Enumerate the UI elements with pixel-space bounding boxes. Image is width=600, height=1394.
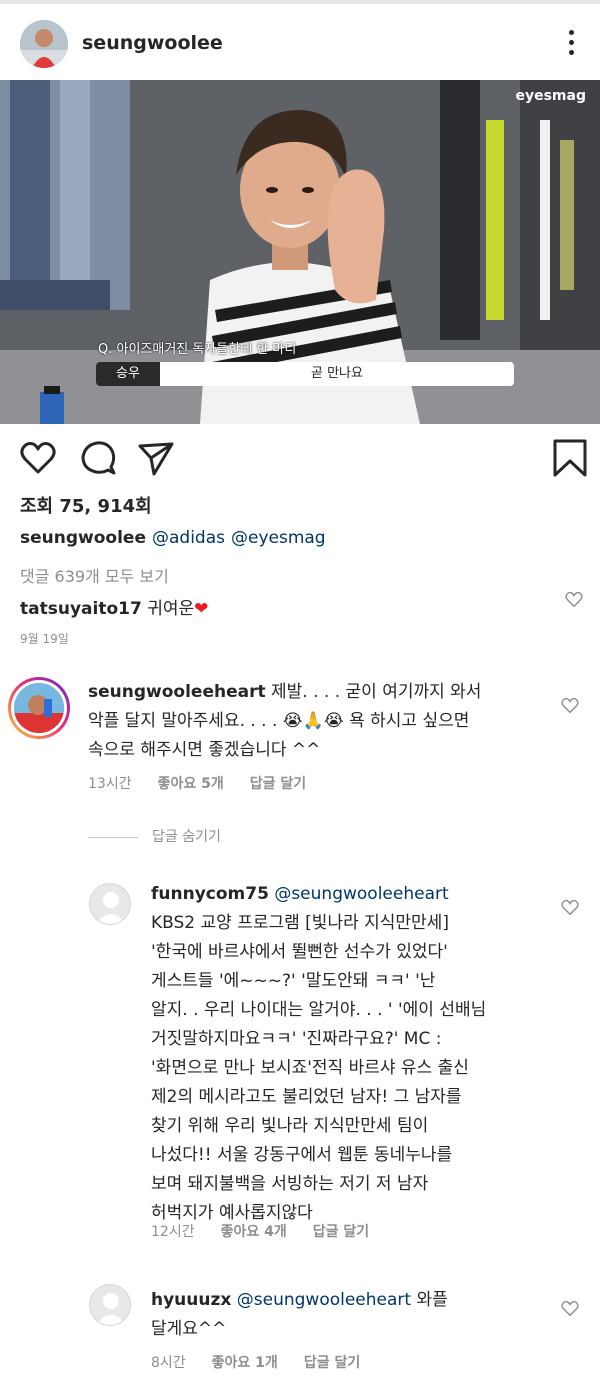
post-username[interactable]: seungwoolee (82, 32, 223, 54)
reply-button[interactable]: 답글 달기 (304, 1355, 360, 1371)
subtitle-bar: 승우 곧 만나요 (96, 362, 514, 386)
reply-line: 나섰다!! 서울 강동구에서 웹툰 동네누나를 (151, 1145, 453, 1165)
small-heart-icon[interactable] (561, 1300, 579, 1318)
reply-likes[interactable]: 좋아요 1개 (212, 1355, 278, 1371)
action-bar (0, 424, 600, 488)
reply-avatar[interactable] (89, 883, 131, 925)
reply-body: hyuuuzx @seungwooleeheart 와플 달게요^^ (151, 1286, 561, 1344)
small-heart-icon[interactable] (561, 899, 579, 917)
post-photo[interactable]: eyesmag Q. 아이즈매거진 독자들한테 한 마디 승우 곧 만나요 (0, 80, 600, 424)
subtitle-name: 승우 (96, 362, 160, 386)
reply-line: 거짓말하지마요ㅋㅋ' '진짜라구요?' MC : (151, 1029, 442, 1049)
view-all-comments-link[interactable]: 댓글 639개 모두 보기 (20, 563, 169, 587)
comment-text-line-2: 악플 달지 말아주세요. . . . 😭🙏😭 욕 하시고 싶으면 (88, 711, 470, 731)
red-heart-emoji: ❤ (194, 599, 209, 619)
reply-line: 보며 돼지불백을 서빙하는 저기 저 남자 (151, 1174, 429, 1194)
comment-time: 13시간 (88, 776, 132, 792)
small-heart-icon[interactable] (565, 591, 583, 609)
reply-button[interactable]: 답글 달기 (250, 776, 306, 792)
top-comment: tatsuyaito17 귀여운❤ (20, 594, 208, 619)
hide-replies-label: 답글 숨기기 (152, 829, 221, 845)
bookmark-icon[interactable] (550, 438, 590, 478)
reply-username[interactable]: funnycom75 (151, 884, 269, 904)
reply-line: 제2의 메시라고도 불리었던 남자! 그 남자를 (151, 1087, 462, 1107)
reply-line: 달게요^^ (151, 1319, 227, 1339)
caption-username[interactable]: seungwoolee (20, 528, 146, 548)
reply-body: funnycom75 @seungwooleeheart KBS2 교양 프로그… (151, 880, 561, 1228)
caption: seungwoolee @adidas @eyesmag (20, 528, 326, 548)
reply-line: 게스트들 '에~~~?' '말도안돼 ㅋㅋ' '난 (151, 971, 436, 991)
reply-mention[interactable]: @seungwooleeheart (237, 1290, 411, 1310)
reply-meta: 8시간 좋아요 1개 답글 달기 (151, 1352, 386, 1372)
top-comment-username[interactable]: tatsuyaito17 (20, 599, 142, 619)
share-icon[interactable] (136, 438, 176, 478)
reply-line: '화면으로 만나 보시죠'전직 바르샤 유스 출신 (151, 1058, 469, 1078)
watermark: eyesmag (515, 88, 586, 104)
reply-meta: 12시간 좋아요 4개 답글 달기 (151, 1221, 395, 1241)
hide-replies-button[interactable]: 답글 숨기기 (88, 826, 221, 846)
comment-body: seungwooleeheart 제발. . . . 굳이 여기까지 와서 악플… (88, 678, 558, 765)
comment-text-line-3: 속으로 해주시면 좋겠습니다 ^^ (88, 740, 321, 760)
comment-text-line-1: 제발. . . . 굳이 여기까지 와서 (271, 682, 482, 702)
caption-tag-adidas[interactable]: @adidas (152, 528, 225, 548)
small-heart-icon[interactable] (561, 697, 579, 715)
reply-likes[interactable]: 좋아요 4개 (221, 1224, 287, 1240)
reply-avatar[interactable] (89, 1284, 131, 1326)
reply-line: 허벅지가 예사롭지않다 (151, 1203, 313, 1223)
comment-avatar[interactable] (8, 677, 70, 739)
avatar[interactable] (20, 20, 68, 68)
post-date: 9월 19일 (20, 632, 69, 646)
reply-time: 12시간 (151, 1224, 195, 1240)
top-comment-text: 귀여운 (147, 599, 195, 619)
comment-meta: 13시간 좋아요 5개 답글 달기 (88, 773, 332, 793)
reply-time: 8시간 (151, 1355, 186, 1371)
comment-icon[interactable] (78, 438, 118, 478)
reply-username[interactable]: hyuuuzx (151, 1290, 231, 1310)
comment-likes[interactable]: 좋아요 5개 (158, 776, 224, 792)
reply-line: 찾기 위해 우리 빛나라 지식만만세 팀이 (151, 1116, 429, 1136)
reply-line: '한국에 바르샤에서 뛸뻔한 선수가 있었다' (151, 942, 448, 962)
subtitle-line: 곧 만나요 (311, 366, 363, 381)
subtitle-question: Q. 아이즈매거진 독자들한테 한 마디 (98, 342, 297, 357)
divider (88, 836, 138, 838)
more-icon[interactable] (560, 28, 582, 60)
comment-username[interactable]: seungwooleeheart (88, 682, 266, 702)
reply-line: 와플 (416, 1290, 448, 1310)
reply-button[interactable]: 답글 달기 (313, 1224, 369, 1240)
reply-line: KBS2 교양 프로그램 [빛나라 지식만만세] (151, 913, 449, 933)
caption-tag-eyesmag[interactable]: @eyesmag (231, 528, 326, 548)
view-count: 조회 75, 914회 (20, 496, 152, 517)
post-header: seungwoolee (0, 0, 600, 80)
reply-line: 알지. . 우리 나이대는 알거야. . . ' '에이 선배님 (151, 1000, 487, 1020)
heart-icon[interactable] (18, 438, 58, 478)
reply-mention[interactable]: @seungwooleeheart (274, 884, 448, 904)
